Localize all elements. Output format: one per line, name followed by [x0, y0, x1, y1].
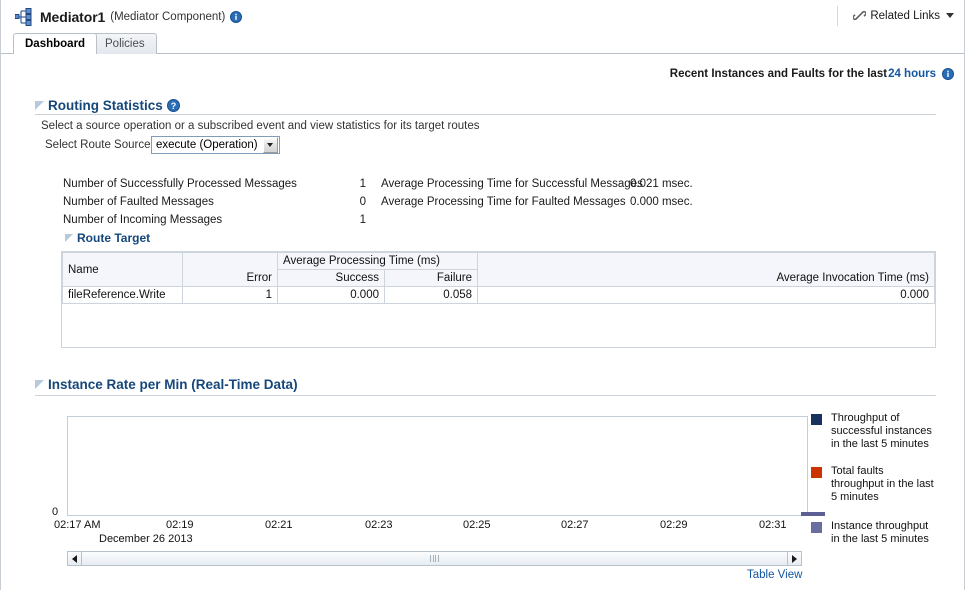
instance-rate-rule [35, 395, 936, 396]
tab-policies-label: Policies [105, 38, 145, 50]
stat-row: Number of Faulted Messages 0 Average Pro… [1, 196, 964, 214]
component-type-label: (Mediator Component) [110, 11, 225, 23]
route-target-title: Route Target [77, 231, 150, 245]
cell-name: fileReference.Write [63, 287, 183, 304]
stat-label: Number of Faulted Messages [63, 196, 214, 208]
page-title: Mediator1 [40, 9, 105, 25]
route-source-hint: Select a source operation or a subscribe… [41, 120, 480, 132]
column-header-name[interactable]: Name [63, 253, 183, 287]
related-links-label: Related Links [870, 10, 940, 22]
x-axis-tick-labels: 02:17 AM 02:19 02:21 02:23 02:25 02:27 0… [41, 519, 831, 533]
x-axis-tick: 02:27 [561, 519, 589, 531]
info-icon[interactable] [942, 68, 954, 80]
scroll-right-button[interactable] [787, 552, 801, 565]
routing-statistics-header[interactable]: Routing Statistics ? [35, 98, 180, 113]
component-title-block: Mediator1 (Mediator Component) [15, 8, 242, 26]
disclosure-triangle-icon[interactable] [65, 234, 73, 242]
tab-dashboard-label: Dashboard [25, 38, 85, 50]
table-header-row-1: Name Error Average Processing Time (ms) … [63, 253, 935, 270]
instance-rate-chart: 0 02:17 AM 02:19 02:21 02:23 02:25 02:27… [41, 400, 931, 550]
cell-avg-invocation: 0.000 [478, 287, 935, 304]
mediator-dashboard-page: Mediator1 (Mediator Component) [0, 0, 965, 590]
mediator-component-icon [15, 8, 35, 26]
tab-bar: Dashboard Policies [1, 33, 964, 55]
tab-policies[interactable]: Policies [93, 33, 157, 54]
scroll-left-button[interactable] [68, 552, 82, 565]
recent-instances-duration[interactable]: 24 hours [888, 68, 936, 80]
cell-success: 0.000 [278, 287, 385, 304]
cell-failure: 0.058 [385, 287, 478, 304]
route-target-header[interactable]: Route Target [65, 231, 150, 245]
scrollbar-grip-icon [430, 555, 439, 562]
x-axis-tick: 02:25 [463, 519, 491, 531]
table-row[interactable]: fileReference.Write 1 0.000 0.058 0.000 [63, 287, 935, 304]
stat-value: 1 [311, 178, 366, 190]
legend-item[interactable]: Throughput of successful instances in th… [811, 412, 939, 451]
column-header-success[interactable]: Success [278, 270, 385, 287]
stat-value: 0.000 msec. [630, 196, 693, 208]
chart-horizontal-scrollbar[interactable] [67, 551, 802, 566]
chevron-down-icon[interactable] [263, 137, 278, 153]
route-source-value: execute (Operation) [152, 137, 263, 153]
page-header: Mediator1 (Mediator Component) [1, 0, 964, 30]
table-view-link[interactable]: Table View [747, 569, 802, 581]
legend-label: Throughput of successful instances in th… [831, 412, 932, 450]
disclosure-triangle-icon[interactable] [35, 380, 44, 389]
route-target-panel: Name Error Average Processing Time (ms) … [61, 251, 936, 348]
x-axis-tick: 02:31 [759, 519, 787, 531]
related-links-menu[interactable]: Related Links [853, 9, 954, 22]
legend-item[interactable]: Total faults throughput in the last 5 mi… [811, 465, 939, 504]
stat-label: Average Processing Time for Faulted Mess… [381, 196, 626, 208]
legend-swatch-total-faults [811, 467, 822, 478]
route-source-select[interactable]: execute (Operation) [151, 136, 280, 154]
legend-label: Instance throughput in the last 5 minute… [831, 520, 929, 545]
stat-label: Average Processing Time for Successful M… [381, 178, 643, 190]
help-icon[interactable]: ? [167, 99, 180, 112]
scrollbar-thumb[interactable] [82, 552, 787, 565]
recent-instances-prefix: Recent Instances and Faults for the last [670, 68, 887, 80]
route-target-table: Name Error Average Processing Time (ms) … [62, 252, 935, 304]
svg-text:?: ? [171, 101, 177, 111]
instance-rate-title: Instance Rate per Min (Real-Time Data) [48, 377, 298, 392]
legend-label: Total faults throughput in the last 5 mi… [831, 465, 934, 503]
column-header-avg-invocation-time[interactable]: Average Invocation Time (ms) [478, 253, 935, 287]
instance-rate-header[interactable]: Instance Rate per Min (Real-Time Data) [35, 377, 298, 392]
routing-statistics-rule [35, 114, 936, 115]
chart-legend: Throughput of successful instances in th… [811, 412, 939, 560]
x-axis-tick: 02:19 [166, 519, 194, 531]
recent-instances-banner: Recent Instances and Faults for the last… [670, 68, 954, 80]
column-header-failure[interactable]: Failure [385, 270, 478, 287]
x-axis-tick: 02:23 [365, 519, 393, 531]
legend-swatch-successful-instances [811, 414, 822, 425]
chevron-down-icon [946, 13, 954, 18]
stat-value: 0 [311, 196, 366, 208]
tab-active-cover [14, 53, 92, 54]
column-group-header-avg-processing-time: Average Processing Time (ms) [278, 253, 478, 270]
legend-item[interactable]: Instance throughput in the last 5 minute… [811, 520, 939, 546]
header-divider [837, 6, 838, 26]
stat-label: Number of Incoming Messages [63, 214, 222, 226]
disclosure-triangle-icon[interactable] [35, 101, 44, 110]
x-axis-tick: 02:29 [660, 519, 688, 531]
stat-value: 0.021 msec. [630, 178, 693, 190]
legend-swatch-instance-throughput [811, 522, 822, 533]
x-axis-tick: 02:17 AM [54, 519, 100, 531]
routing-statistics-title: Routing Statistics [48, 98, 163, 113]
y-axis-tick-0: 0 [52, 506, 58, 518]
chart-plot-area[interactable] [67, 416, 808, 516]
stat-row: Number of Successfully Processed Message… [1, 178, 964, 196]
stat-label: Number of Successfully Processed Message… [63, 178, 297, 190]
column-header-error[interactable]: Error [183, 253, 278, 287]
routing-statistics-values: Number of Successfully Processed Message… [1, 178, 964, 232]
tab-dashboard[interactable]: Dashboard [13, 33, 97, 54]
stat-value: 1 [311, 214, 366, 226]
cell-error: 1 [183, 287, 278, 304]
x-axis-date-label: December 26 2013 [99, 533, 193, 545]
scrollbar-track[interactable] [82, 552, 787, 565]
chain-link-icon [853, 9, 866, 22]
route-source-label: Select Route Source [45, 139, 150, 151]
x-axis-tick: 02:21 [265, 519, 293, 531]
stat-row: Number of Incoming Messages 1 [1, 214, 964, 232]
info-icon[interactable] [230, 11, 242, 23]
